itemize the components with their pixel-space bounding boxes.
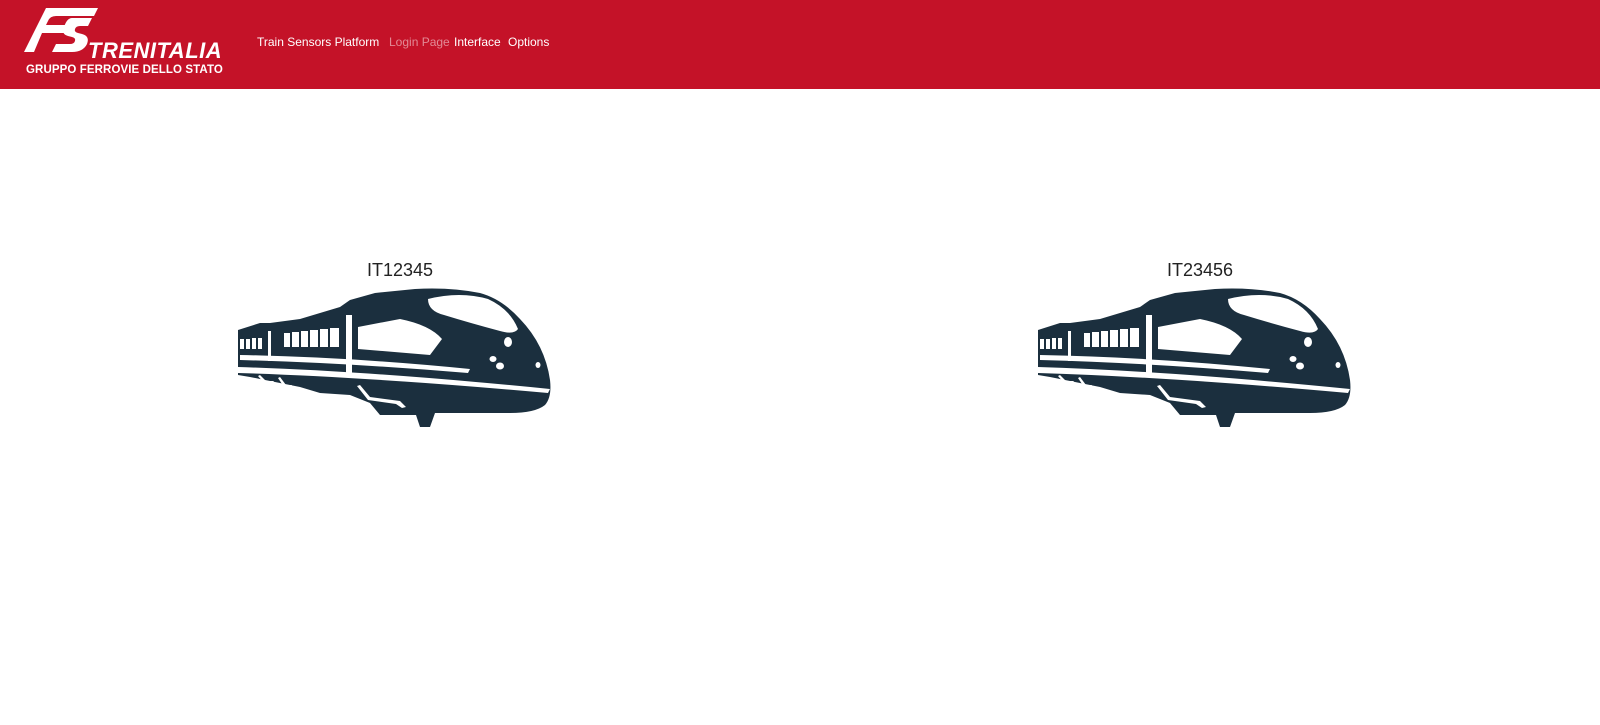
top-navbar: TRENITALIA GRUPPO FERROVIE DELLO STATO T… — [0, 0, 1600, 89]
train-card[interactable]: IT23456 — [1030, 258, 1370, 438]
nav-link-interface[interactable]: Interface — [454, 35, 501, 49]
nav-link-login-page[interactable]: Login Page — [389, 35, 450, 49]
brand-group-name: GRUPPO FERROVIE DELLO STATO — [26, 64, 223, 76]
nav-app-title[interactable]: Train Sensors Platform — [257, 35, 379, 49]
nav-link-options[interactable]: Options — [508, 35, 549, 49]
train-card[interactable]: IT12345 — [230, 258, 570, 438]
train-id: IT12345 — [366, 260, 434, 280]
brand-wordmark: TRENITALIA — [88, 38, 223, 63]
train-icon[interactable] — [230, 285, 560, 435]
train-id: IT23456 — [1166, 260, 1234, 280]
trenitalia-logo[interactable]: TRENITALIA GRUPPO FERROVIE DELLO STATO — [24, 6, 234, 78]
train-icon[interactable] — [1030, 285, 1360, 435]
